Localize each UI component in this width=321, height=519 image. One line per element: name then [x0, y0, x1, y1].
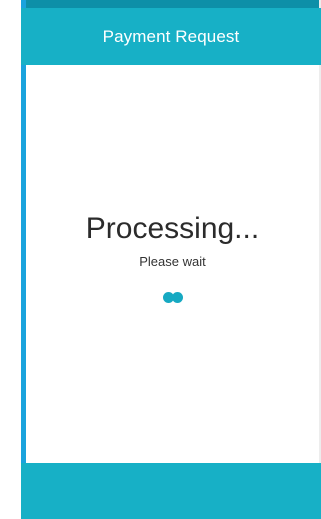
page-title: Payment Request — [102, 26, 240, 46]
loading-dots-icon — [26, 292, 319, 303]
loading-dot — [171, 292, 183, 303]
app-bar: Payment Request — [21, 8, 321, 65]
processing-panel: Processing... Please wait — [26, 65, 319, 463]
bottom-bar — [21, 463, 321, 519]
status-strip — [21, 0, 321, 8]
payment-request-screen: Payment Request Processing... Please wai… — [0, 0, 321, 519]
please-wait-text: Please wait — [139, 254, 206, 269]
processing-title: Processing... — [85, 212, 260, 245]
